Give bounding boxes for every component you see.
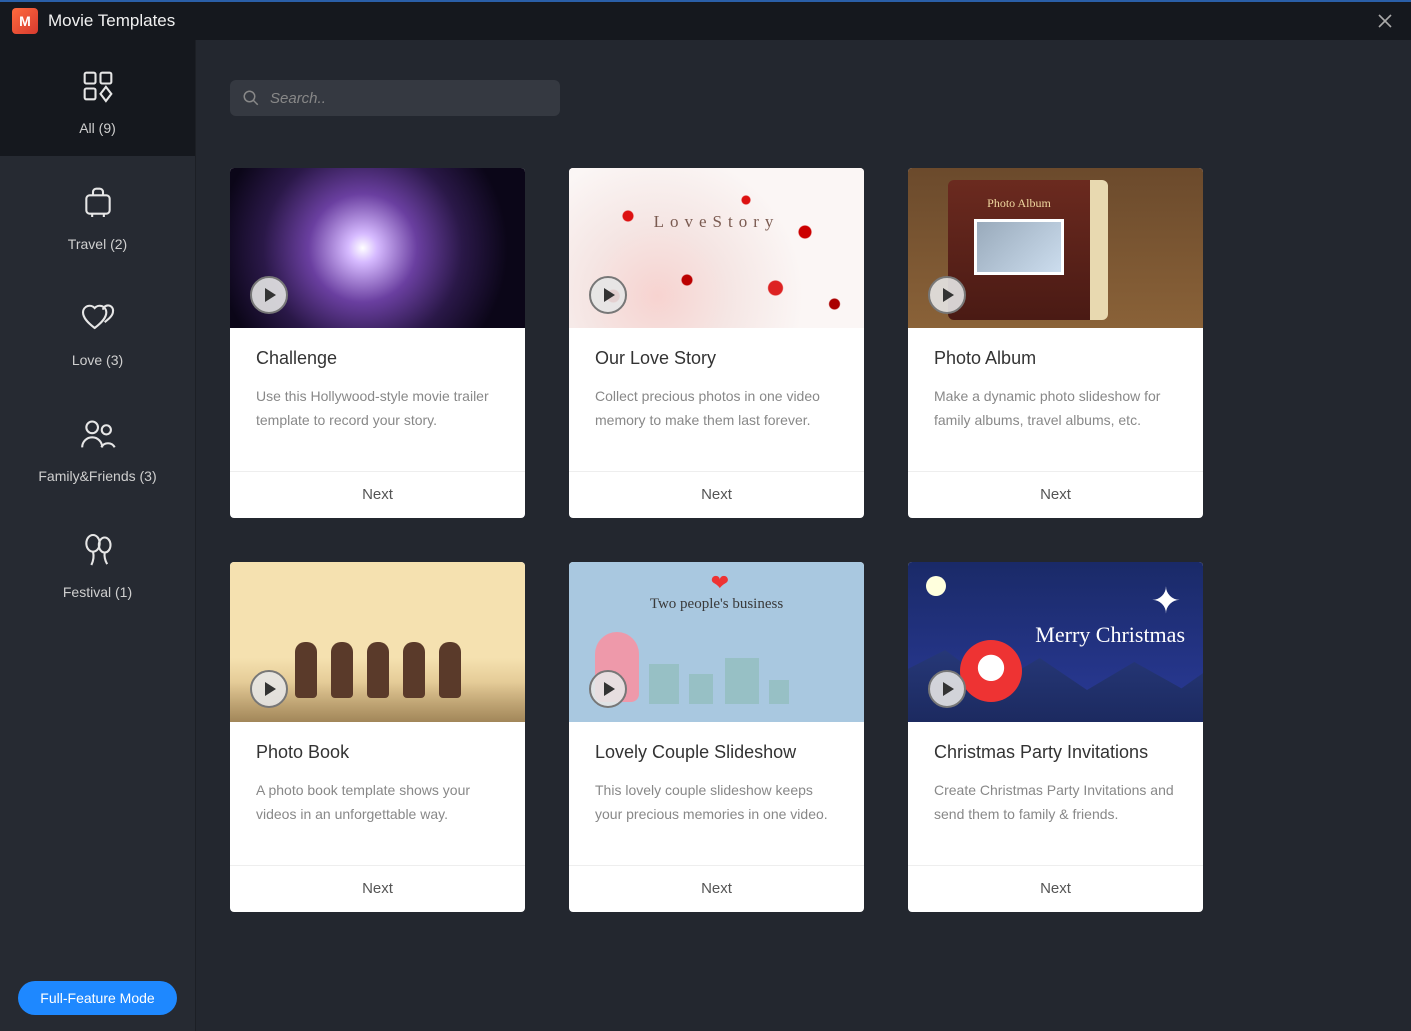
sidebar-item-label: Festival (1) (63, 584, 132, 600)
template-grid: Challenge Use this Hollywood-style movie … (230, 168, 1357, 972)
template-description: Make a dynamic photo slideshow for famil… (934, 385, 1177, 461)
template-card: LoveStory Our Love Story Collect precious … (569, 168, 864, 518)
template-card: Photo Album Photo Album Make a dynamic pho… (908, 168, 1203, 518)
card-footer: Next (569, 471, 864, 518)
template-thumbnail[interactable]: ❤Two people's business (569, 562, 864, 722)
heart-icon: ❤ (711, 570, 729, 596)
main: All (9) Travel (2) Love (3) Family&Friends … (0, 40, 1411, 1031)
titlebar: M Movie Templates (0, 0, 1411, 40)
next-button[interactable]: Next (230, 486, 525, 503)
sidebar-item-grid[interactable]: All (9) (0, 40, 195, 156)
close-icon (1377, 13, 1393, 29)
deer-icon: ✦ (1151, 580, 1181, 622)
search-box[interactable] (230, 80, 560, 116)
sidebar-items: All (9) Travel (2) Love (3) Family&Friends … (0, 40, 195, 967)
template-card: ✦Merry ChristmasChristmas Party Invitati… (908, 562, 1203, 912)
thumb-overlay-text: Two people's business (569, 596, 864, 613)
template-title: Photo Album (934, 348, 1177, 369)
template-thumbnail[interactable]: LoveStory (569, 168, 864, 328)
template-title: Photo Book (256, 742, 499, 763)
full-feature-mode-button[interactable]: Full-Feature Mode (18, 981, 176, 1015)
card-footer: Next (908, 865, 1203, 912)
moon-icon (926, 576, 946, 596)
sidebar-item-label: Family&Friends (3) (38, 468, 156, 484)
search-icon (242, 89, 260, 107)
play-button[interactable] (250, 276, 288, 314)
thumb-city (649, 654, 844, 704)
template-description: This lovely couple slideshow keeps your … (595, 779, 838, 855)
sidebar-item-balloons[interactable]: Festival (1) (0, 504, 195, 620)
template-thumbnail[interactable] (230, 168, 525, 328)
card-body: Photo Book A photo book template shows yo… (230, 722, 525, 865)
card-body: Challenge Use this Hollywood-style movie … (230, 328, 525, 471)
template-title: Our Love Story (595, 348, 838, 369)
next-button[interactable]: Next (569, 880, 864, 897)
next-button[interactable]: Next (569, 486, 864, 503)
template-thumbnail[interactable] (230, 562, 525, 722)
balloons-icon (76, 530, 120, 570)
next-button[interactable]: Next (230, 880, 525, 897)
card-footer: Next (230, 471, 525, 518)
template-card: ❤Two people's businessLovely Couple Slid… (569, 562, 864, 912)
content: Challenge Use this Hollywood-style movie … (196, 40, 1411, 1031)
template-title: Christmas Party Invitations (934, 742, 1177, 763)
template-card: Photo Book A photo book template shows yo… (230, 562, 525, 912)
sidebar-item-people[interactable]: Family&Friends (3) (0, 388, 195, 504)
sidebar-item-label: Travel (2) (68, 236, 127, 252)
card-body: Photo Album Make a dynamic photo slidesho… (908, 328, 1203, 471)
santa-icon (960, 640, 1022, 702)
sidebar-item-suitcase[interactable]: Travel (2) (0, 156, 195, 272)
template-description: Create Christmas Party Invitations and s… (934, 779, 1177, 855)
thumb-overlay-text: Photo Album (987, 196, 1051, 211)
card-body: Christmas Party Invitations Create Christ… (908, 722, 1203, 865)
sidebar-item-label: Love (3) (72, 352, 123, 368)
card-footer: Next (569, 865, 864, 912)
card-footer: Next (908, 471, 1203, 518)
app-logo-icon: M (12, 8, 38, 34)
thumb-overlay-text: LoveStory (569, 212, 864, 232)
template-thumbnail[interactable]: ✦Merry Christmas (908, 562, 1203, 722)
next-button[interactable]: Next (908, 486, 1203, 503)
card-body: Our Love Story Collect precious photos in… (569, 328, 864, 471)
play-button[interactable] (928, 276, 966, 314)
grid-icon (76, 66, 120, 106)
play-button[interactable] (250, 670, 288, 708)
template-thumbnail[interactable]: Photo Album (908, 168, 1203, 328)
template-card: Challenge Use this Hollywood-style movie … (230, 168, 525, 518)
template-description: Collect precious photos in one video mem… (595, 385, 838, 461)
thumb-photo (974, 219, 1064, 275)
sidebar-item-label: All (9) (79, 120, 116, 136)
play-button[interactable] (589, 670, 627, 708)
play-button[interactable] (589, 276, 627, 314)
sidebar: All (9) Travel (2) Love (3) Family&Friends … (0, 40, 196, 1031)
card-body: Lovely Couple Slideshow This lovely coupl… (569, 722, 864, 865)
people-icon (76, 414, 120, 454)
titlebar-left: M Movie Templates (12, 8, 175, 34)
template-description: Use this Hollywood-style movie trailer t… (256, 385, 499, 461)
hearts-icon (76, 298, 120, 338)
scroll-area[interactable]: Challenge Use this Hollywood-style movie … (230, 80, 1377, 1031)
thumb-book: Photo Album (948, 180, 1108, 320)
close-button[interactable] (1371, 7, 1399, 35)
template-title: Lovely Couple Slideshow (595, 742, 838, 763)
suitcase-icon (76, 182, 120, 222)
next-button[interactable]: Next (908, 880, 1203, 897)
thumb-overlay-text: Merry Christmas (1035, 624, 1185, 646)
window-title: Movie Templates (48, 11, 175, 31)
search-input[interactable] (270, 90, 548, 107)
play-button[interactable] (928, 670, 966, 708)
sidebar-item-hearts[interactable]: Love (3) (0, 272, 195, 388)
card-footer: Next (230, 865, 525, 912)
template-description: A photo book template shows your videos … (256, 779, 499, 855)
template-title: Challenge (256, 348, 499, 369)
